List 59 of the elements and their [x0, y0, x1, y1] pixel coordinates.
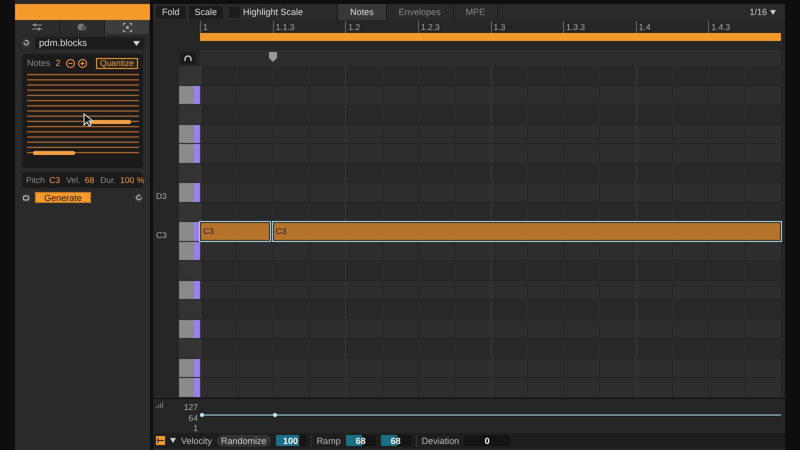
dice-icon [77, 23, 87, 31]
piano-key[interactable] [179, 378, 200, 398]
key-label: D3 [156, 190, 167, 200]
velocity-label: Velocity [181, 436, 212, 446]
generate-button[interactable]: Generate [35, 192, 91, 203]
scale-button[interactable]: Scale [188, 6, 224, 18]
piano-key[interactable] [179, 144, 200, 164]
view-tab[interactable]: MPE [452, 4, 498, 20]
midi-note[interactable]: C3 [272, 222, 781, 240]
deviation-field[interactable]: 0 [464, 435, 510, 446]
notes-label: Notes [27, 58, 51, 68]
key-label: C3 [156, 230, 167, 240]
view-tab[interactable]: Notes [337, 4, 386, 20]
device-tab[interactable] [105, 20, 150, 34]
minus-icon[interactable] [66, 58, 75, 68]
piano-key[interactable] [179, 280, 200, 300]
piano-key[interactable] [179, 222, 200, 242]
mouse-cursor-icon [83, 113, 93, 127]
caret-icon [770, 10, 776, 14]
loop-icon[interactable] [21, 192, 31, 202]
velocity-lane-icon[interactable] [156, 436, 165, 445]
grid-size-dropdown[interactable]: 1/16 [743, 6, 782, 18]
fold-button[interactable]: Fold [156, 6, 186, 18]
ramp-start-field[interactable]: 68 [346, 435, 376, 446]
velocity-tick: 1 [193, 423, 198, 434]
headphones-icon [184, 54, 192, 62]
velocity-readout: Vel. 68 [66, 175, 96, 185]
piano-key[interactable] [179, 320, 200, 339]
highlight-scale-label: Highlight Scale [243, 7, 304, 17]
reset-icon[interactable] [21, 38, 31, 48]
piano-key[interactable] [179, 183, 200, 202]
velocity-tick: 64 [188, 412, 198, 423]
notes-count: 2 [56, 58, 61, 68]
midi-note[interactable]: C3 [200, 222, 270, 240]
piano-key[interactable] [179, 242, 200, 261]
quantize-button[interactable]: Quantize [96, 58, 138, 68]
deviation-label: Deviation [422, 436, 460, 446]
plus-icon[interactable] [78, 58, 87, 68]
marker-icon[interactable] [269, 52, 277, 62]
device-tab[interactable] [60, 20, 105, 34]
velocity-field[interactable]: 100 [276, 435, 306, 446]
preview-button[interactable] [180, 52, 196, 64]
caret-icon[interactable] [170, 438, 176, 443]
pitch-readout: Pitch C3 [26, 175, 62, 185]
piano-key[interactable] [179, 124, 200, 144]
velocity-tick: 127 [184, 402, 198, 412]
target-icon [122, 22, 132, 32]
piano-key[interactable] [179, 358, 200, 378]
ramp-label: Ramp [316, 436, 341, 446]
refresh-icon[interactable] [134, 192, 144, 202]
caret-icon [133, 40, 140, 46]
bars-icon [156, 402, 163, 408]
device-tab[interactable] [15, 20, 60, 34]
ramp-end-field[interactable]: 68 [380, 435, 411, 446]
piano-key[interactable] [179, 86, 200, 105]
sliders-icon [32, 23, 42, 31]
randomize-button[interactable]: Randomize [217, 434, 271, 446]
duration-readout: Dur. 100 % [100, 175, 146, 185]
device-dropdown[interactable]: pdm.blocks [35, 37, 144, 49]
